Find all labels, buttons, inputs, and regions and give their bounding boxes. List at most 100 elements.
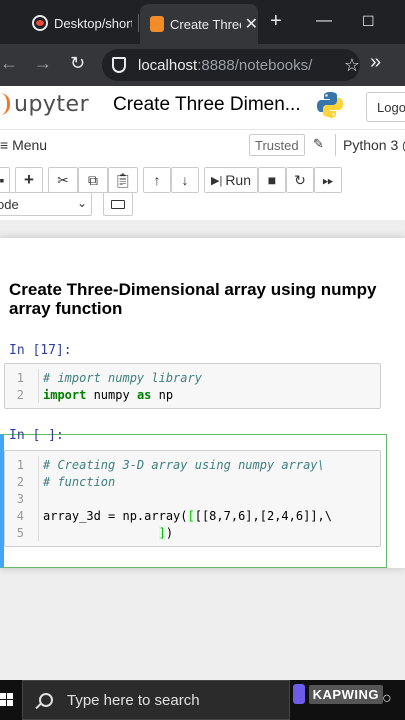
maximize-icon[interactable]: ☐: [362, 13, 375, 30]
code-text: np: [151, 387, 174, 402]
copy-button[interactable]: ⧉: [78, 167, 108, 193]
fast-forward-icon: ⏩︎: [322, 171, 334, 188]
hamburger-icon: ≡: [0, 137, 9, 153]
cell-type-value: ode: [0, 197, 19, 212]
notebook-toolbar: ▪ + ✂ ⧉ 📋︎ ↑ ↓ ▶| Run ■ ↻ ⏩︎ ode ⌄: [0, 164, 405, 218]
move-up-button[interactable]: ↑: [143, 167, 171, 193]
minimize-icon[interactable]: —: [316, 12, 332, 30]
logout-button[interactable]: Logo: [366, 92, 405, 122]
menu-label: Menu: [12, 137, 48, 153]
url-host: localhost: [138, 56, 198, 74]
new-tab-button[interactable]: +: [270, 10, 282, 33]
arrow-up-icon: ↑: [153, 172, 161, 188]
bookmark-star-icon[interactable]: ☆: [344, 55, 360, 76]
pencil-icon[interactable]: ✎: [313, 136, 324, 152]
move-down-button[interactable]: ↓: [171, 167, 199, 193]
code-comment: # function: [43, 474, 116, 489]
run-button[interactable]: ▶| Run: [204, 167, 258, 193]
browser-tab-favicon-icon: [32, 15, 48, 31]
code-comment: # import numpy library: [43, 370, 202, 385]
save-button[interactable]: ▪: [0, 167, 10, 193]
cell-prompt: In [17]:: [9, 343, 72, 358]
line-number: 4: [16, 508, 24, 523]
keyboard-icon: [111, 199, 125, 209]
line-number: 2: [16, 474, 24, 489]
url-path: :8888/notebooks/: [197, 56, 313, 74]
browser-tab-desktop[interactable]: Desktop/short: [18, 6, 136, 40]
code-text: array_3d = np.array(: [43, 508, 188, 523]
python-logo-icon: [317, 92, 343, 118]
address-bar[interactable]: localhost:8888/notebooks/ ☆: [102, 49, 360, 81]
forward-arrow-icon[interactable]: →: [34, 53, 52, 74]
code-comment: # Creating 3-D array using numpy array\: [43, 457, 325, 472]
line-number: 1: [16, 457, 24, 472]
cell-type-select[interactable]: ode ⌄: [0, 192, 92, 216]
cell-prompt: In [ ]:: [9, 428, 64, 443]
notebook-title[interactable]: Create Three Dimen...: [113, 94, 301, 116]
code-text: numpy: [86, 387, 137, 402]
stop-icon: ■: [267, 172, 277, 188]
code-line: 2 # function: [5, 473, 380, 490]
code-text: ): [165, 525, 174, 540]
paste-icon: 📋︎: [114, 171, 132, 188]
arrow-down-icon: ↓: [181, 172, 189, 188]
tab-separator: [138, 14, 139, 32]
code-cell-2[interactable]: 1 # Creating 3-D array using numpy array\…: [4, 450, 381, 547]
restart-icon: ↻: [294, 171, 306, 188]
line-number: 1: [16, 370, 24, 385]
cut-button[interactable]: ✂: [48, 167, 78, 193]
jupyter-logo-text: upyter: [14, 92, 90, 117]
insert-cell-button[interactable]: +: [15, 167, 43, 193]
paste-button[interactable]: 📋︎: [108, 167, 138, 193]
code-line: 3: [5, 490, 380, 507]
jupyter-orbit-icon: [0, 93, 10, 115]
code-line: 1 # Creating 3-D array using numpy array\: [5, 456, 380, 473]
markdown-heading[interactable]: Create Three-Dimensional array using num…: [9, 280, 389, 318]
run-label: Run: [225, 172, 251, 188]
browser-tab-title: Desktop/short: [54, 15, 132, 31]
interrupt-button[interactable]: ■: [258, 167, 286, 193]
chevron-more-icon[interactable]: »: [370, 51, 381, 74]
jupyter-header: upyter Create Three Dimen... Logo: [0, 86, 405, 130]
code-line: 4 array_3d = np.array([[[8,7,6],[2,4,6]],…: [5, 507, 380, 524]
code-cell-1[interactable]: 1 # import numpy library 2 import numpy as…: [4, 363, 381, 409]
browser-tab-notebook[interactable]: Create Three ✕: [140, 4, 258, 44]
notebook-page: Create Three-Dimensional array using num…: [0, 238, 405, 568]
back-arrow-icon[interactable]: ←: [0, 53, 18, 74]
code-line: 2 import numpy as np: [5, 386, 380, 403]
kapwing-logo-icon: [293, 684, 305, 704]
matched-bracket: ]: [158, 525, 166, 540]
notebook-favicon-icon: [150, 16, 164, 32]
search-icon: [39, 693, 53, 707]
close-tab-icon[interactable]: ✕: [245, 14, 258, 34]
reload-icon[interactable]: ↻: [70, 53, 85, 74]
code-keyword: import: [43, 387, 87, 402]
restart-run-all-button[interactable]: ⏩︎: [314, 167, 342, 193]
browser-toolbar: ← → ↻ localhost:8888/notebooks/ ☆ »: [0, 44, 405, 86]
chevron-down-icon: ⌄: [76, 196, 87, 210]
browser-tab-strip: Desktop/short Create Three ✕ + — ☐: [0, 0, 405, 44]
windows-start-icon[interactable]: [0, 693, 14, 707]
copy-icon: ⧉: [88, 171, 98, 188]
jupyter-logo[interactable]: upyter: [0, 92, 89, 117]
command-palette-button[interactable]: [103, 192, 133, 216]
circle-icon[interactable]: ○: [382, 690, 392, 708]
taskbar-search-box[interactable]: Type here to search: [22, 680, 290, 720]
line-number: 2: [16, 387, 24, 402]
kernel-indicator[interactable]: Python 3 ◯: [335, 134, 405, 156]
shield-icon: [112, 57, 126, 73]
step-forward-icon: ▶|: [210, 174, 223, 187]
kapwing-watermark: KAPWING: [293, 684, 383, 704]
line-number: 5: [16, 525, 24, 540]
line-number: 3: [16, 491, 24, 506]
menu-button[interactable]: ≡ Menu: [0, 137, 47, 153]
matched-bracket: [: [187, 508, 195, 523]
scissors-icon: ✂: [57, 171, 69, 188]
plus-icon: +: [24, 170, 34, 189]
trusted-indicator[interactable]: Trusted: [249, 134, 305, 156]
code-line: 1 # import numpy library: [5, 369, 380, 386]
notebook-container: Create Three-Dimensional array using num…: [0, 220, 405, 680]
restart-button[interactable]: ↻: [286, 167, 314, 193]
notebook-menubar: ≡ Menu Trusted ✎ Python 3 ◯: [0, 130, 405, 162]
